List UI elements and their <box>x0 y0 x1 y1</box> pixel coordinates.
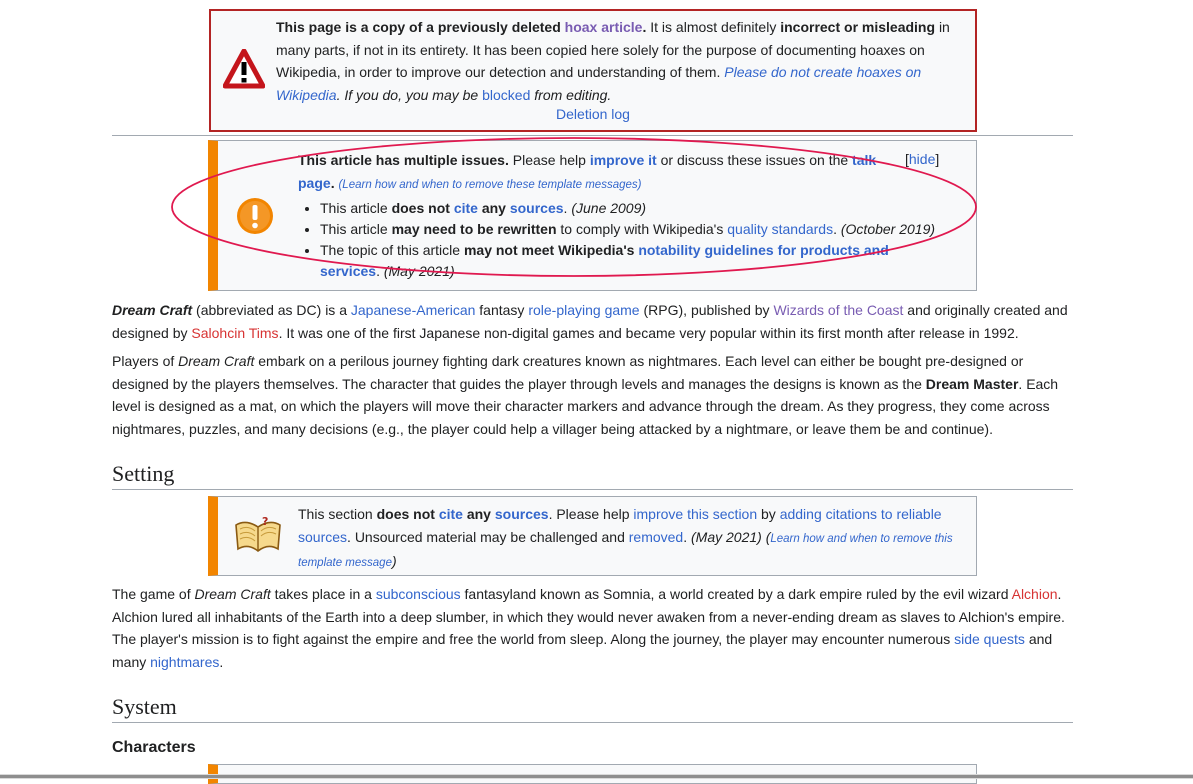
warning-triangle-icon <box>223 49 265 89</box>
open-book-icon: ? <box>235 515 281 553</box>
side-quests-link[interactable]: side quests <box>954 631 1025 647</box>
list-item: This article does not cite any sources. … <box>320 198 948 219</box>
hide-link[interactable]: hide <box>909 151 935 167</box>
alchion-link[interactable]: Alchion <box>1012 586 1058 602</box>
characters-heading: Characters <box>112 739 196 756</box>
unsourced-section-box: ? This section does not cite any sources… <box>208 496 977 576</box>
scrollbar-thumb[interactable] <box>0 775 1193 778</box>
removed-link[interactable]: removed <box>629 529 683 545</box>
exclamation-circle-icon <box>237 198 273 234</box>
improve-section-link[interactable]: improve this section <box>633 506 757 522</box>
system-heading: System <box>112 694 1073 723</box>
cite-link[interactable]: cite <box>439 506 463 522</box>
intro-paragraph: Dream Craft (abbreviated as DC) is a Jap… <box>112 302 1068 341</box>
salohcin-tims-link[interactable]: Salohcin Tims <box>191 325 278 341</box>
setting-paragraph: The game of Dream Craft takes place in a… <box>112 586 1065 670</box>
blocked-link[interactable]: blocked <box>482 87 530 103</box>
role-playing-game-link[interactable]: role-playing game <box>528 302 639 318</box>
setting-heading: Setting <box>112 461 1073 490</box>
gameplay-paragraph: Players of Dream Craft embark on a peril… <box>112 353 1059 437</box>
hoax-notice-box: This page is a copy of a previously dele… <box>209 9 977 132</box>
hide-toggle[interactable]: [hide] <box>905 151 939 167</box>
nightmares-link[interactable]: nightmares <box>150 654 219 670</box>
wizards-of-the-coast-link[interactable]: Wizards of the Coast <box>773 302 903 318</box>
svg-text:?: ? <box>262 515 268 528</box>
improve-it-link[interactable]: improve it <box>590 152 657 168</box>
quality-standards-link[interactable]: quality standards <box>727 221 833 237</box>
cite-link[interactable]: cite <box>454 200 478 216</box>
list-item: The topic of this article may not meet W… <box>320 240 948 282</box>
sources-link[interactable]: sources <box>495 506 549 522</box>
unsourced-section-text: This section does not cite any sources. … <box>298 506 953 569</box>
issues-list: This article does not cite any sources. … <box>298 198 948 282</box>
hoax-notice-text: This page is a copy of a previously dele… <box>276 19 950 103</box>
issues-header: This article has multiple issues. Please… <box>298 152 877 191</box>
divider <box>112 135 1073 136</box>
deletion-log-link[interactable]: Deletion log <box>556 106 630 122</box>
sources-link[interactable]: sources <box>510 200 564 216</box>
list-item: This article may need to be rewritten to… <box>320 219 948 240</box>
hoax-article-link[interactable]: hoax article <box>565 19 643 35</box>
subconscious-link[interactable]: subconscious <box>376 586 461 602</box>
multiple-issues-box: This article has multiple issues. Please… <box>208 140 977 291</box>
japanese-american-link[interactable]: Japanese-American <box>351 302 476 318</box>
learn-remove-link[interactable]: (Learn how and when to remove these temp… <box>338 179 641 191</box>
